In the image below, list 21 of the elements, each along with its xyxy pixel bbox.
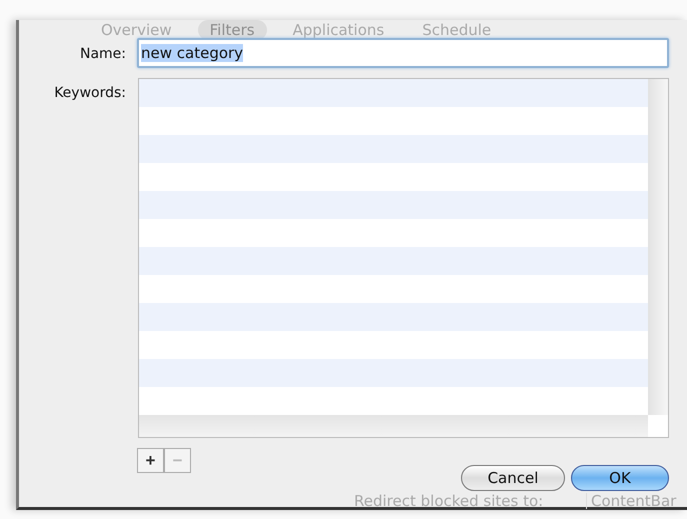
list-row[interactable]	[139, 359, 649, 387]
list-row[interactable]	[139, 247, 649, 275]
name-label: Name:	[78, 45, 127, 64]
scrollbar[interactable]	[648, 79, 668, 415]
redirect-field[interactable]: ContentBar	[586, 493, 680, 509]
tab[interactable]: Schedule	[410, 20, 504, 40]
ok-button[interactable]: OK	[571, 465, 669, 491]
name-field[interactable]: new category	[137, 38, 669, 68]
tab[interactable]: Applications	[280, 20, 396, 40]
keywords-list[interactable]	[138, 78, 669, 438]
tab[interactable]: Filters	[198, 20, 267, 40]
list-row[interactable]	[139, 135, 649, 163]
tab[interactable]: Overview	[89, 20, 184, 40]
add-button[interactable]: +	[137, 448, 164, 473]
list-row[interactable]	[139, 79, 649, 107]
list-row[interactable]	[139, 191, 649, 219]
keywords-label: Keywords:	[53, 84, 127, 103]
cancel-button[interactable]: Cancel	[461, 465, 565, 491]
redirect-label: Redirect blocked sites to:	[354, 493, 544, 509]
scrollbar[interactable]	[139, 415, 648, 437]
list-row[interactable]	[139, 303, 649, 331]
